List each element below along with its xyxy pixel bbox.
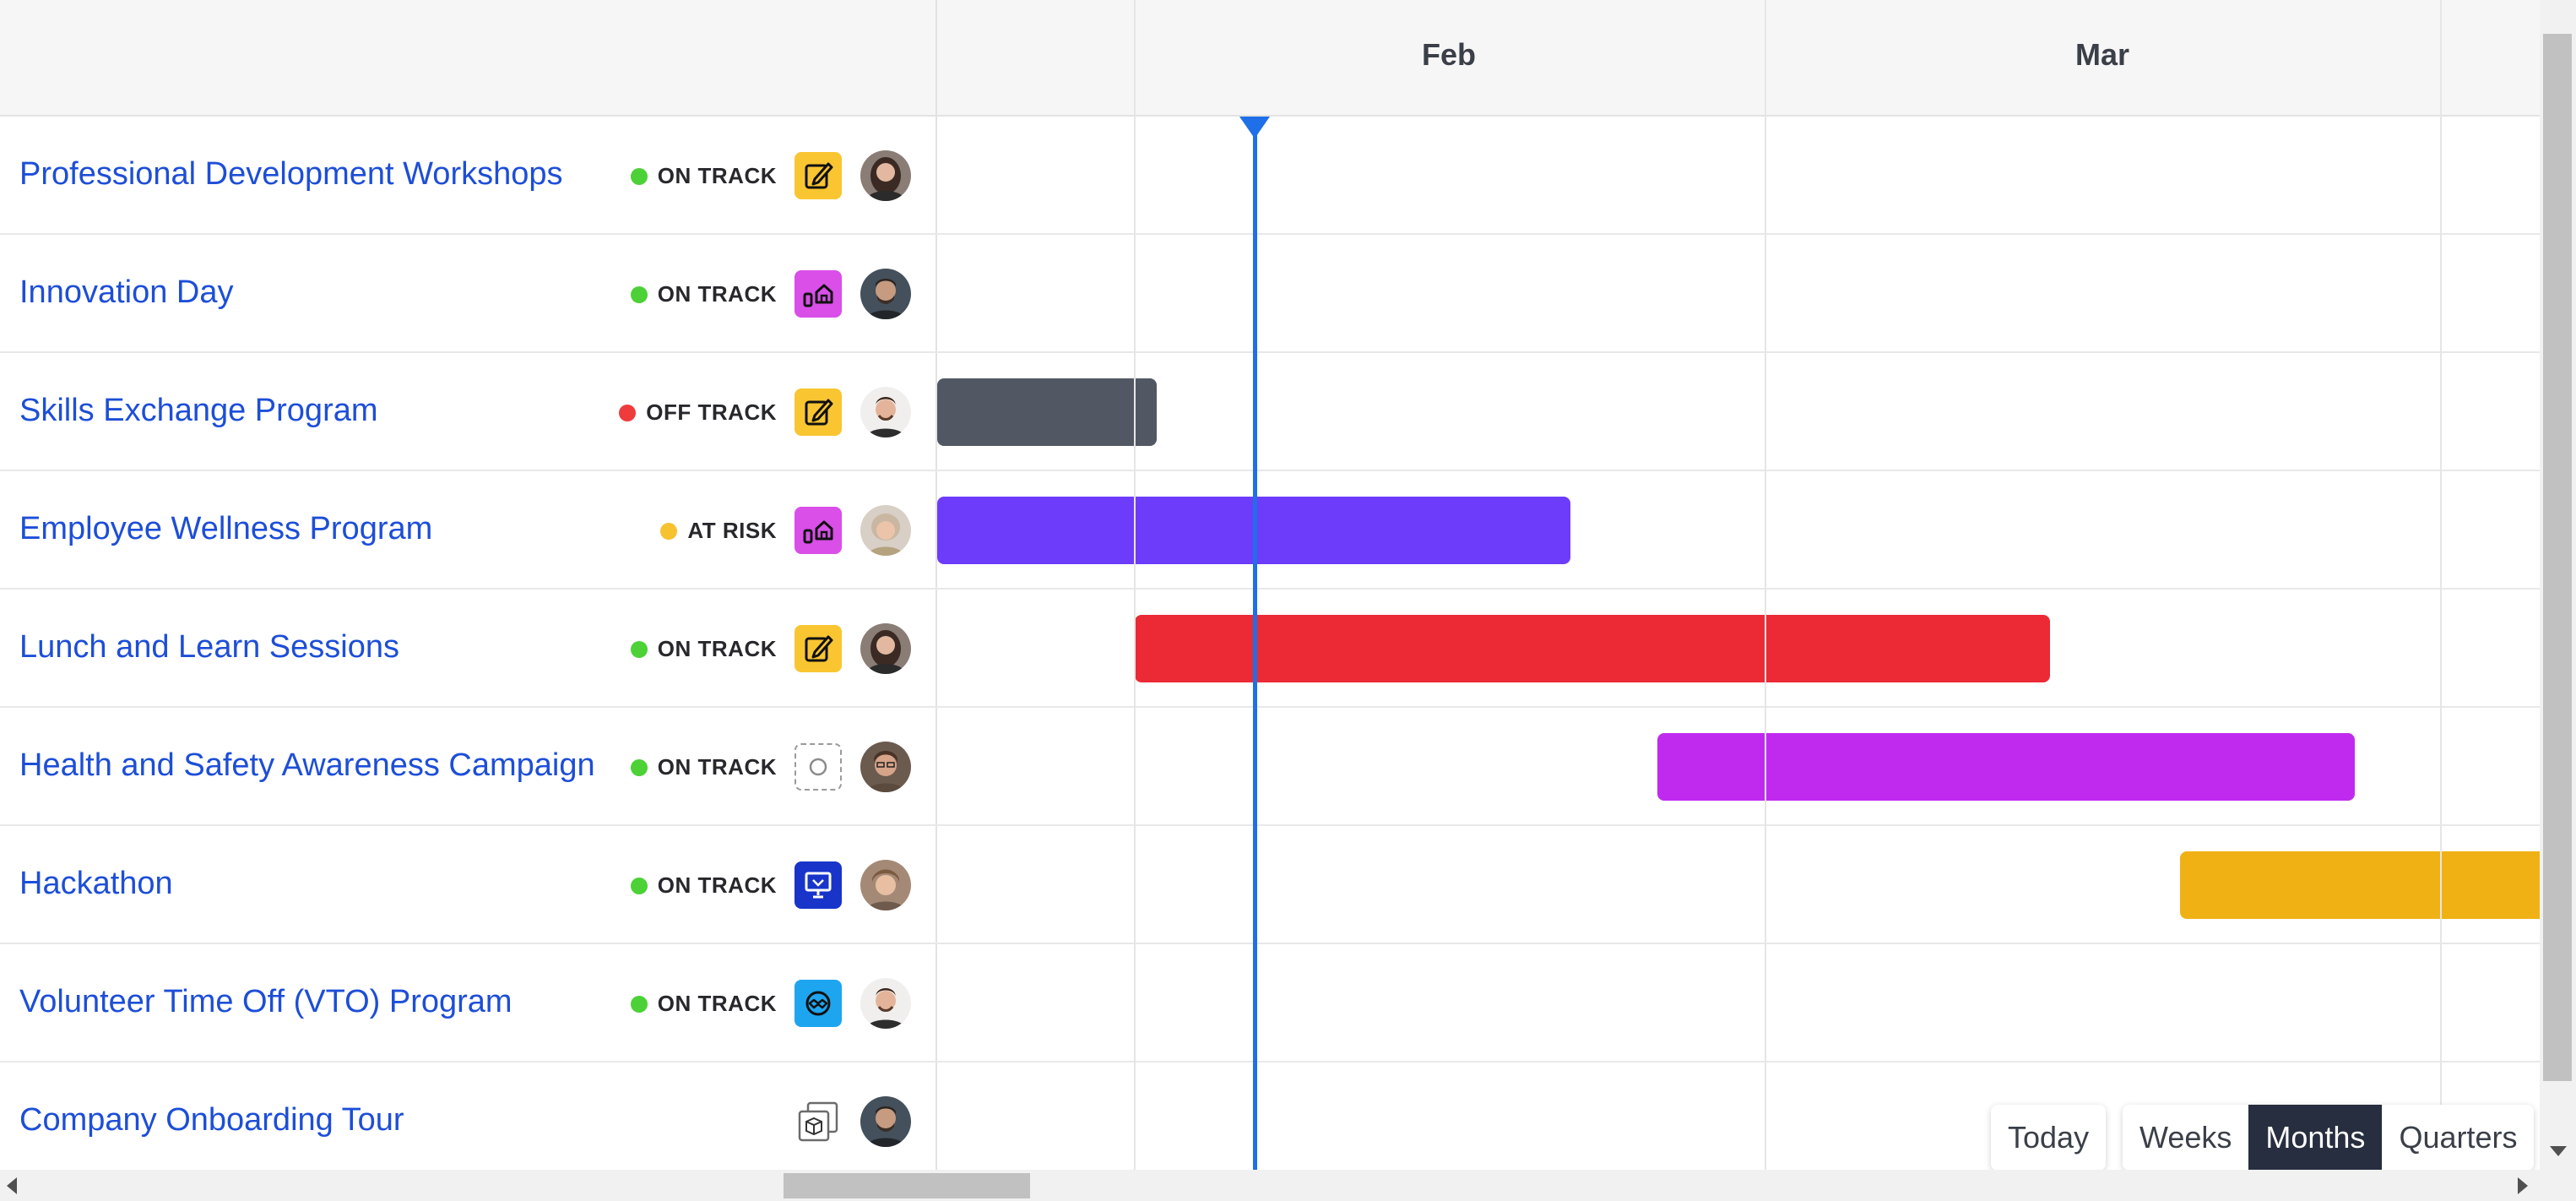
vertical-scroll-thumb[interactable] xyxy=(2543,34,2572,1081)
avatar[interactable] xyxy=(860,505,911,556)
avatar[interactable] xyxy=(860,742,911,792)
project-title[interactable]: Innovation Day xyxy=(19,274,234,311)
status-badge: ON TRACK xyxy=(630,281,777,307)
status-badge: ON TRACK xyxy=(630,636,777,662)
grid-line xyxy=(1765,0,1766,1170)
timeline-header: Feb Mar xyxy=(937,0,2540,117)
month-label-feb: Feb xyxy=(1421,37,1476,72)
months-button[interactable]: Months xyxy=(2248,1105,2383,1171)
status-badge: OFF TRACK xyxy=(619,399,777,426)
pencil-edit-icon[interactable] xyxy=(794,152,842,199)
quarters-button[interactable]: Quarters xyxy=(2382,1105,2534,1171)
today-marker-line xyxy=(1253,117,1257,1170)
status-dot xyxy=(630,285,648,303)
table-row[interactable]: Hackathon ON TRACK xyxy=(0,826,2540,944)
timeline-bar[interactable] xyxy=(1135,615,2050,682)
house-bottle-icon[interactable] xyxy=(794,270,842,318)
table-row[interactable]: Volunteer Time Off (VTO) Program ON TRAC… xyxy=(0,944,2540,1062)
avatar[interactable] xyxy=(860,387,911,437)
avatar[interactable] xyxy=(860,269,911,319)
avatar[interactable] xyxy=(860,978,911,1029)
presentation-board-icon[interactable] xyxy=(794,861,842,909)
status-badge: ON TRACK xyxy=(630,991,777,1017)
pencil-edit-icon[interactable] xyxy=(794,625,842,672)
status-dot xyxy=(630,995,648,1013)
handshake-icon[interactable] xyxy=(794,980,842,1027)
horizontal-scroll-thumb[interactable] xyxy=(784,1173,1030,1198)
table-row[interactable]: Skills Exchange Program OFF TRACK xyxy=(0,353,2540,471)
table-row[interactable]: Lunch and Learn Sessions ON TRACK xyxy=(0,590,2540,708)
table-row[interactable]: Health and Safety Awareness Campaign ON … xyxy=(0,708,2540,826)
project-title[interactable]: Employee Wellness Program xyxy=(19,511,432,547)
status-badge: ON TRACK xyxy=(630,754,777,780)
project-title[interactable]: Volunteer Time Off (VTO) Program xyxy=(19,984,512,1020)
avatar[interactable] xyxy=(860,150,911,201)
grid-line xyxy=(1134,0,1136,1170)
project-title[interactable]: Hackathon xyxy=(19,866,173,902)
status-badge: AT RISK xyxy=(660,518,777,544)
weeks-button[interactable]: Weeks xyxy=(2123,1105,2248,1171)
table-row[interactable]: Innovation Day ON TRACK xyxy=(0,235,2540,353)
project-title[interactable]: Skills Exchange Program xyxy=(19,393,378,429)
status-dot xyxy=(660,522,678,540)
table-row[interactable]: Employee Wellness Program AT RISK xyxy=(0,471,2540,590)
view-switcher[interactable]: Weeks Months Quarters xyxy=(2123,1105,2535,1171)
month-label-mar: Mar xyxy=(2074,37,2130,72)
scroll-left-arrow-icon[interactable] xyxy=(7,1177,17,1194)
table-row[interactable]: Professional Development Workshops ON TR… xyxy=(0,117,2540,235)
today-control[interactable]: Today xyxy=(1991,1105,2107,1171)
grid-line xyxy=(2440,0,2442,1170)
status-badge: ON TRACK xyxy=(630,872,777,899)
project-title[interactable]: Health and Safety Awareness Campaign xyxy=(19,747,595,784)
status-dot xyxy=(630,877,648,894)
horizontal-scrollbar[interactable] xyxy=(0,1170,2576,1201)
empty-circle-icon[interactable] xyxy=(794,743,842,791)
status-dot xyxy=(619,404,637,421)
status-dot xyxy=(630,640,648,658)
timeline-bar[interactable] xyxy=(937,378,1157,446)
house-bottle-icon[interactable] xyxy=(794,507,842,554)
status-dot xyxy=(630,167,648,185)
avatar[interactable] xyxy=(860,623,911,674)
project-title[interactable]: Lunch and Learn Sessions xyxy=(19,629,399,666)
timeline-bar[interactable] xyxy=(2180,851,2540,919)
avatar[interactable] xyxy=(860,860,911,910)
list-header xyxy=(0,0,937,117)
today-marker-icon[interactable] xyxy=(1239,117,1270,139)
timeline-bar[interactable] xyxy=(1657,733,2355,801)
pencil-edit-icon[interactable] xyxy=(794,389,842,436)
project-title[interactable]: Company Onboarding Tour xyxy=(19,1102,404,1139)
status-badge: ON TRACK xyxy=(630,163,777,189)
scroll-down-arrow-icon[interactable] xyxy=(2550,1146,2567,1156)
avatar[interactable] xyxy=(860,1096,911,1147)
stacked-boxes-icon[interactable] xyxy=(794,1098,842,1145)
status-dot xyxy=(630,758,648,776)
project-title[interactable]: Professional Development Workshops xyxy=(19,156,563,193)
scroll-right-arrow-icon[interactable] xyxy=(2518,1177,2528,1194)
today-button[interactable]: Today xyxy=(1991,1105,2106,1171)
